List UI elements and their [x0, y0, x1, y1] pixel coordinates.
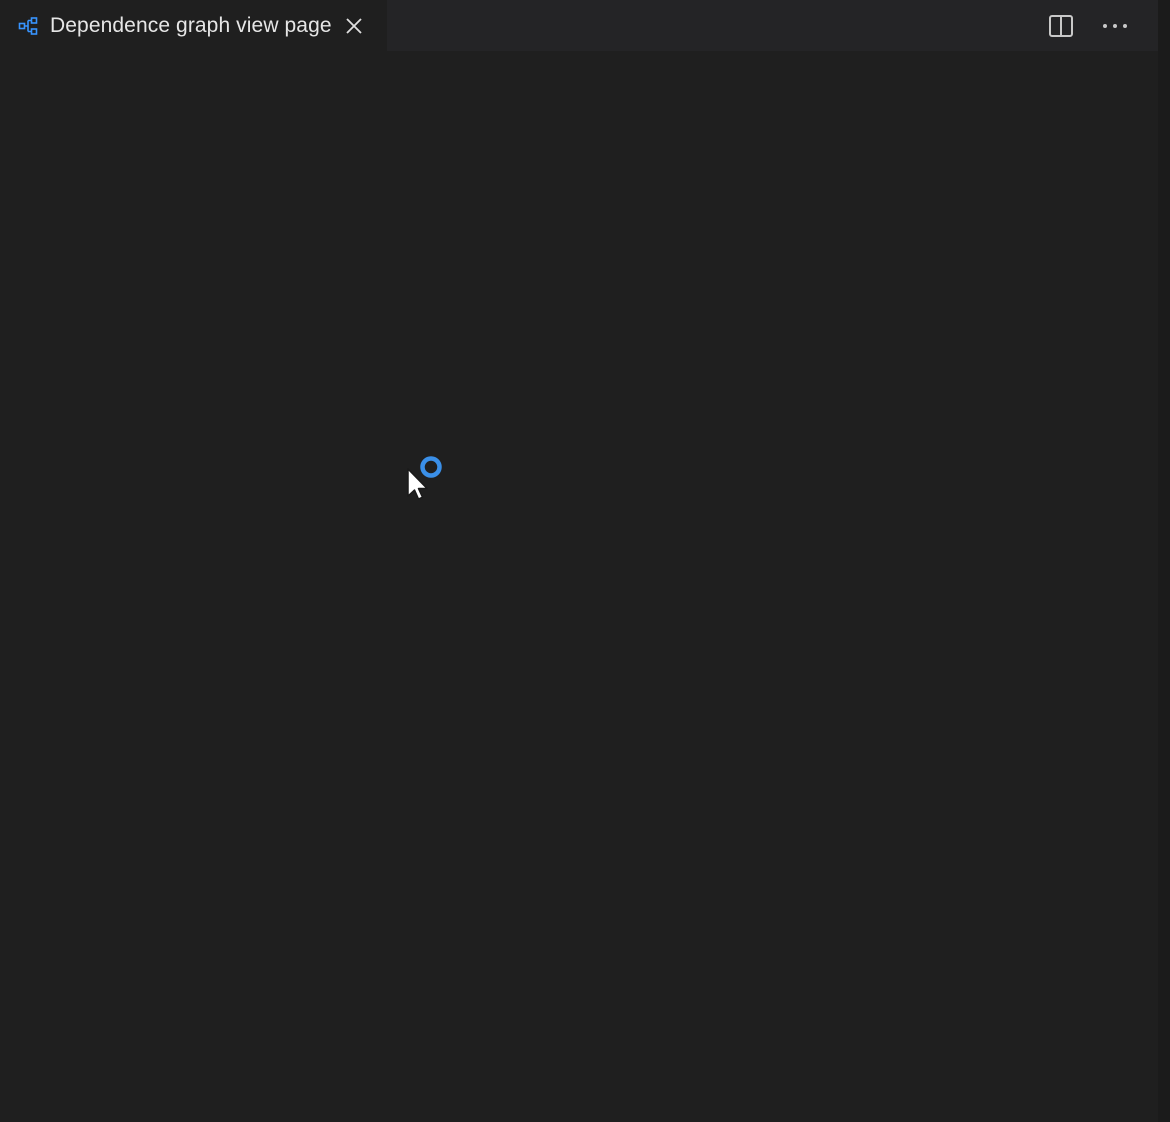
tab-bar: Dependence graph view page — [0, 0, 1158, 51]
editor-window: Dependence graph view page — [0, 0, 1170, 1122]
tab-dependence-graph-view[interactable]: Dependence graph view page — [0, 0, 387, 51]
busy-cursor-icon — [406, 456, 448, 500]
graph-view-content[interactable] — [0, 51, 1158, 1122]
tab-label: Dependence graph view page — [50, 13, 332, 37]
editor-actions — [1047, 0, 1158, 51]
window-edge — [1158, 0, 1170, 1122]
graph-view-icon — [17, 15, 39, 37]
close-icon[interactable] — [343, 15, 365, 37]
tab-bar-empty-area — [387, 0, 1047, 51]
split-editor-icon[interactable] — [1047, 12, 1075, 40]
more-actions-icon[interactable] — [1101, 12, 1129, 40]
